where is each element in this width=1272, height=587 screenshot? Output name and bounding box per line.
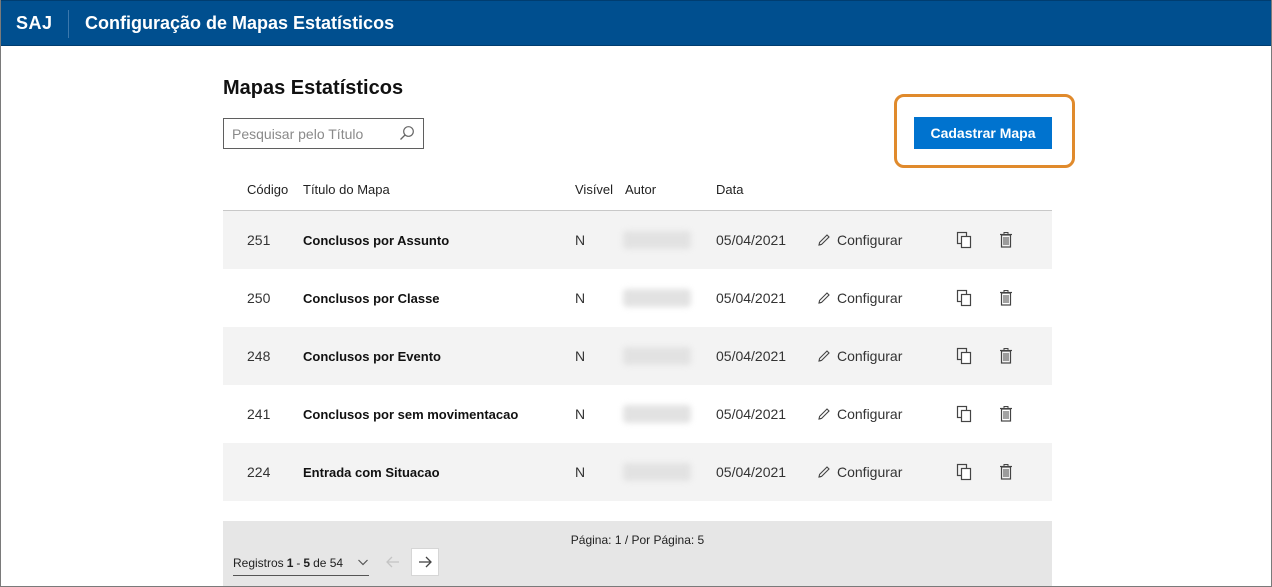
table-row[interactable]: 251 Conclusos por Assunto N 05/04/2021 C… (223, 211, 1052, 269)
column-header-visible[interactable]: Visível (575, 182, 613, 197)
duplicate-button[interactable] (955, 269, 973, 327)
pencil-icon (818, 234, 830, 246)
top-bar: SAJ Configuração de Mapas Estatísticos (0, 0, 1272, 46)
row-code: 251 (247, 232, 271, 248)
delete-button[interactable] (998, 269, 1014, 327)
row-code: 224 (247, 464, 271, 480)
records-range-start: 1 (286, 556, 294, 570)
app-title: Configuração de Mapas Estatísticos (85, 13, 395, 33)
delete-button[interactable] (998, 385, 1014, 443)
delete-button[interactable] (998, 211, 1014, 269)
row-author-redacted (623, 327, 693, 385)
duplicate-button[interactable] (955, 385, 973, 443)
search-field[interactable] (223, 118, 424, 149)
row-date: 05/04/2021 (716, 232, 787, 248)
row-date: 05/04/2021 (716, 464, 787, 480)
row-date: 05/04/2021 (716, 290, 787, 306)
records-range-end: 5 (303, 556, 311, 570)
trash-icon (1000, 464, 1012, 480)
pencil-icon (818, 408, 830, 420)
row-visible: N (575, 290, 586, 306)
table-row[interactable]: 248 Conclusos por Evento N 05/04/2021 Co… (223, 327, 1052, 385)
row-visible: N (575, 348, 586, 364)
copy-icon (956, 405, 972, 423)
duplicate-button[interactable] (955, 327, 973, 385)
row-title: Conclusos por sem movimentacao (303, 406, 519, 422)
records-total: de 54 (313, 556, 344, 570)
trash-icon (1000, 290, 1012, 306)
next-page-button[interactable] (411, 548, 439, 576)
arrow-right-icon (419, 556, 432, 568)
search-icon[interactable] (399, 125, 415, 141)
configure-button[interactable]: Configurar (816, 443, 902, 501)
row-date: 05/04/2021 (716, 406, 787, 422)
trash-icon (1000, 406, 1012, 422)
row-title: Conclusos por Classe (303, 290, 440, 306)
copy-icon (956, 463, 972, 481)
configure-label: Configurar (837, 348, 903, 364)
chevron-down-icon (358, 559, 368, 566)
delete-button[interactable] (998, 443, 1014, 501)
configure-button[interactable]: Configurar (816, 327, 902, 385)
table-row[interactable]: 241 Conclusos por sem movimentacao N 05/… (223, 385, 1052, 443)
previous-page-button[interactable] (379, 548, 407, 576)
row-author-redacted (623, 211, 693, 269)
page-title: Mapas Estatísticos (223, 77, 404, 99)
copy-icon (956, 231, 972, 249)
row-title: Conclusos por Assunto (303, 232, 450, 248)
brand-divider (68, 10, 69, 38)
configure-label: Configurar (837, 232, 903, 248)
copy-icon (956, 347, 972, 365)
records-range-sep: - (296, 556, 301, 570)
row-visible: N (575, 406, 586, 422)
records-per-page-select[interactable]: Registros 1 - 5 de 54 (233, 551, 369, 576)
column-header-date[interactable]: Data (716, 182, 743, 197)
trash-icon (1000, 232, 1012, 248)
copy-icon (956, 289, 972, 307)
configure-label: Configurar (837, 406, 903, 422)
page-info: Página: 1 / Por Página: 5 (570, 533, 705, 547)
configure-button[interactable]: Configurar (816, 211, 902, 269)
delete-button[interactable] (998, 327, 1014, 385)
row-code: 250 (247, 290, 271, 306)
row-visible: N (575, 232, 586, 248)
column-header-author[interactable]: Autor (625, 182, 656, 197)
row-code: 248 (247, 348, 271, 364)
pencil-icon (818, 466, 830, 478)
trash-icon (1000, 348, 1012, 364)
table-row[interactable]: 250 Conclusos por Classe N 05/04/2021 Co… (223, 269, 1052, 327)
table-row[interactable]: 224 Entrada com Situacao N 05/04/2021 Co… (223, 443, 1052, 501)
records-prefix: Registros (233, 556, 284, 570)
configure-button[interactable]: Configurar (816, 269, 902, 327)
duplicate-button[interactable] (955, 211, 973, 269)
configure-label: Configurar (837, 464, 903, 480)
configure-label: Configurar (837, 290, 903, 306)
pagination-bar: Página: 1 / Por Página: 5 Registros 1 - … (223, 521, 1052, 587)
row-author-redacted (623, 443, 693, 501)
arrow-left-icon (386, 556, 399, 568)
row-title: Entrada com Situacao (303, 464, 440, 480)
row-visible: N (575, 464, 586, 480)
create-map-button[interactable]: Cadastrar Mapa (914, 117, 1052, 149)
row-code: 241 (247, 406, 271, 422)
duplicate-button[interactable] (955, 443, 973, 501)
pencil-icon (818, 292, 830, 304)
pencil-icon (818, 350, 830, 362)
column-header-code[interactable]: Código (247, 182, 288, 197)
row-title: Conclusos por Evento (303, 348, 441, 364)
row-date: 05/04/2021 (716, 348, 787, 364)
configure-button[interactable]: Configurar (816, 385, 902, 443)
search-input[interactable] (224, 119, 402, 148)
brand-logo[interactable]: SAJ (16, 13, 53, 34)
row-author-redacted (623, 269, 693, 327)
row-author-redacted (623, 385, 693, 443)
column-header-title[interactable]: Título do Mapa (303, 182, 390, 197)
